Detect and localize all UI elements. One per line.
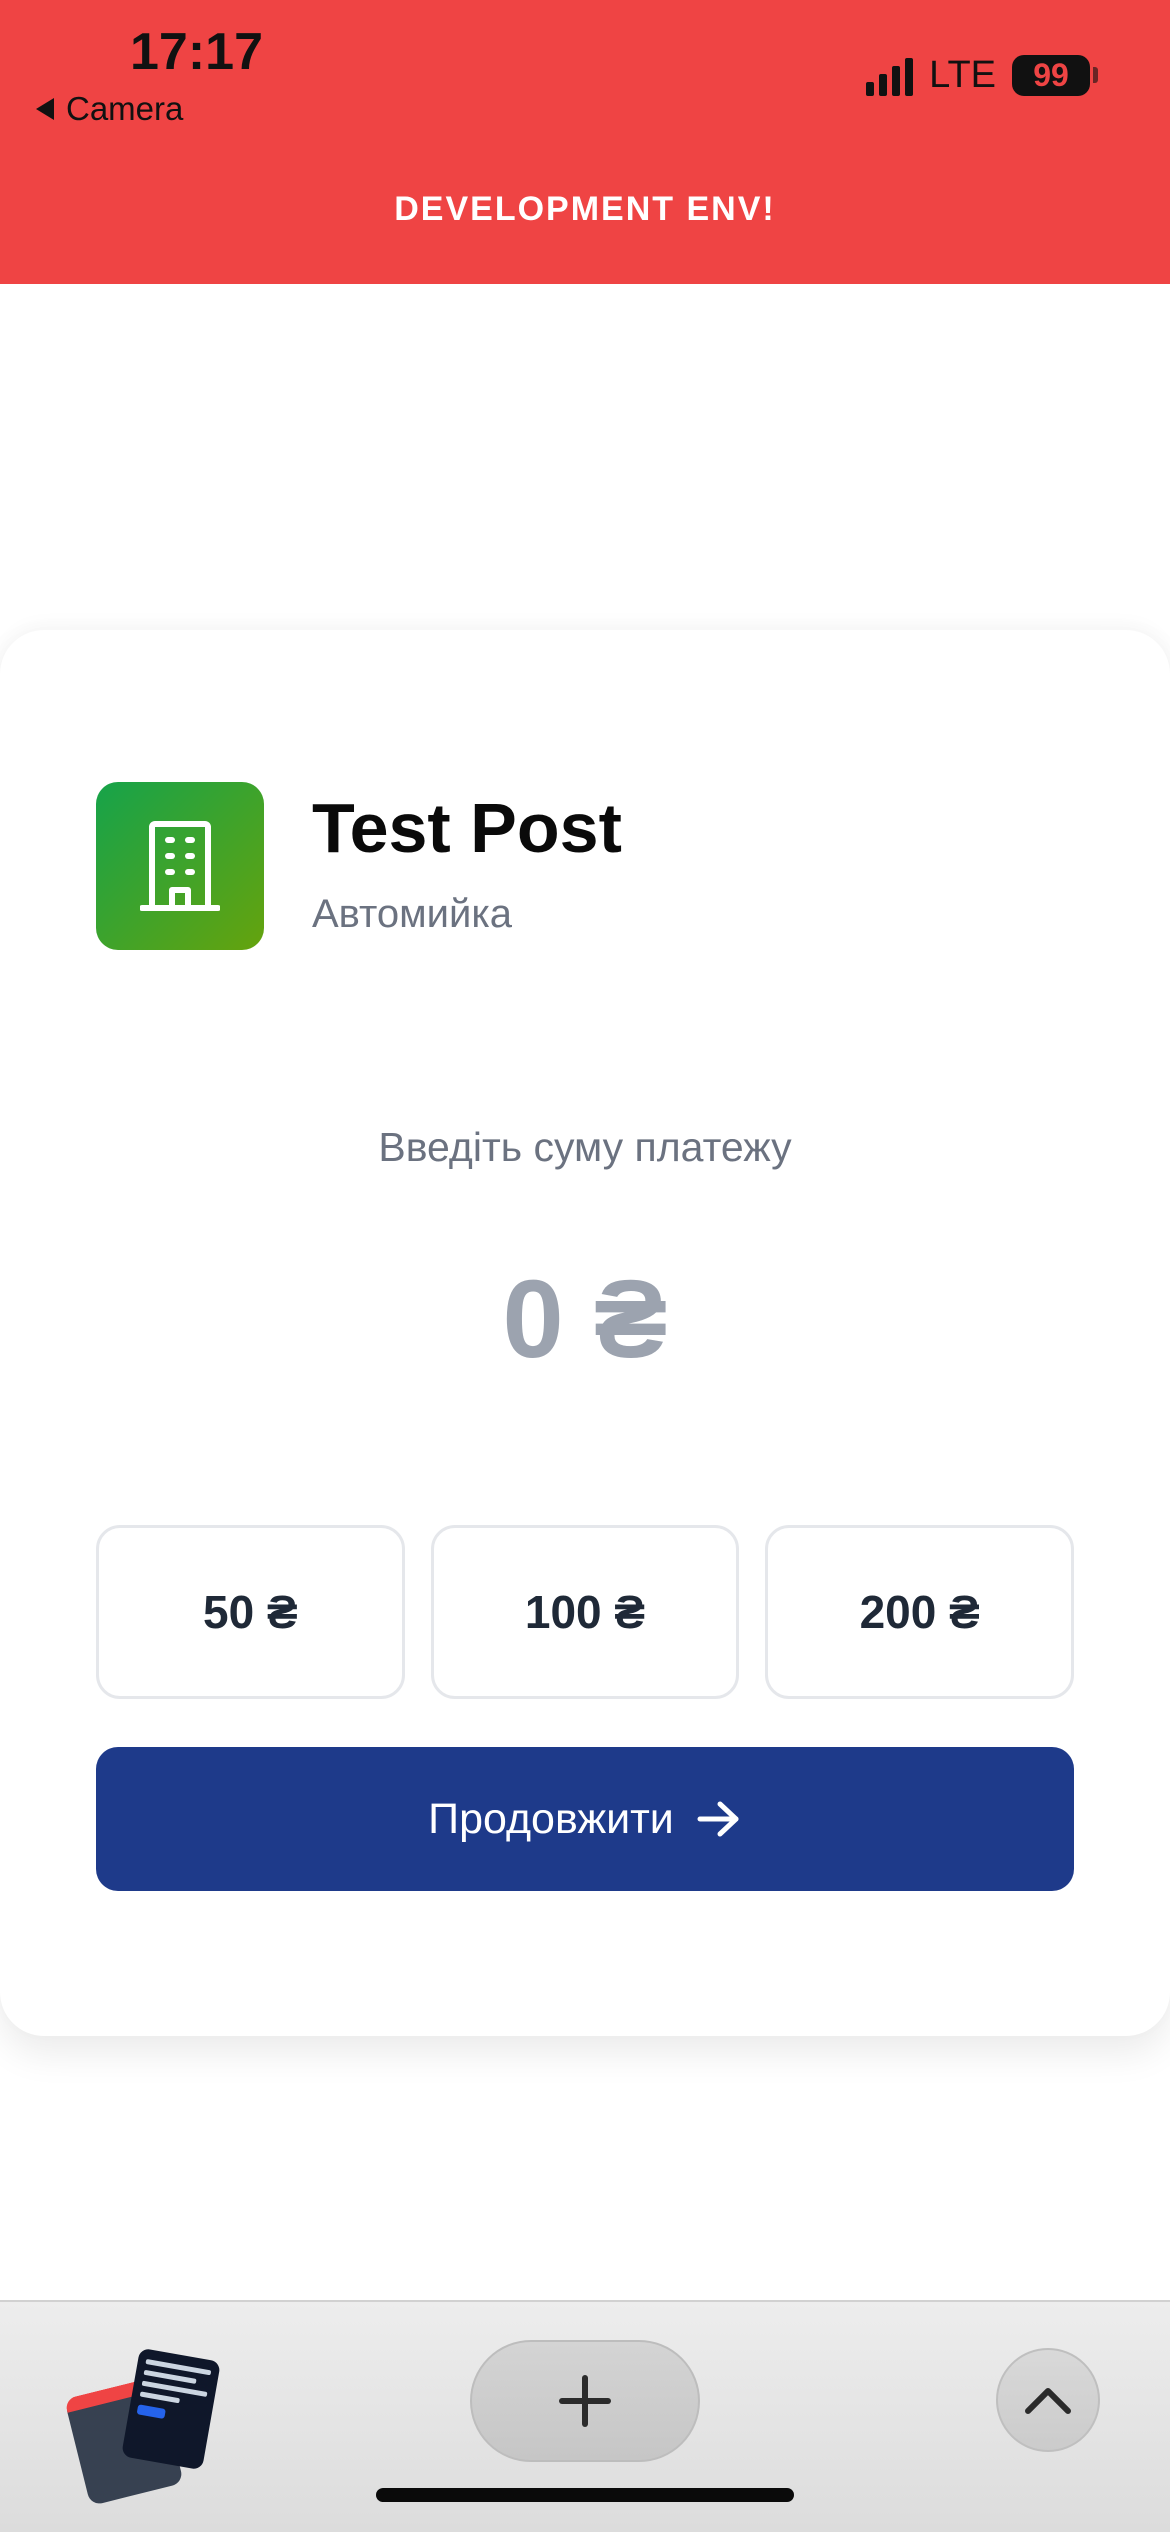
back-arrow-icon xyxy=(36,98,54,120)
network-type: LTE xyxy=(929,54,996,96)
merchant-logo xyxy=(96,782,264,950)
plus-icon xyxy=(559,2375,611,2427)
back-link-label: Camera xyxy=(66,90,184,127)
status-time: 17:17 xyxy=(130,23,263,81)
preset-amount-200-button[interactable]: 200 ₴ xyxy=(765,1525,1075,1699)
dev-environment-header: 17:17 Camera LTE 99 DEVELOPMENT ENV! xyxy=(0,0,1170,284)
chevron-up-icon xyxy=(1025,2388,1071,2414)
amount-prompt: Введіть суму платежу xyxy=(378,1124,792,1170)
arrow-right-icon xyxy=(697,1801,739,1837)
new-tab-button[interactable] xyxy=(470,2340,700,2462)
merchant-category: Автомийка xyxy=(312,892,512,936)
scroll-to-top-button[interactable] xyxy=(996,2348,1100,2452)
preset-amount-100-button[interactable]: 100 ₴ xyxy=(430,1525,740,1699)
home-indicator[interactable] xyxy=(376,2488,794,2502)
tab-overview-button[interactable] xyxy=(64,2338,221,2506)
merchant-name: Test Post xyxy=(312,789,622,867)
preset-amount-50-button[interactable]: 50 ₴ xyxy=(96,1525,405,1699)
tab-preview-front xyxy=(121,2347,221,2471)
preset-amounts: 50 ₴ 100 ₴ 200 ₴ xyxy=(96,1525,1075,1699)
battery-icon: 99 xyxy=(1012,55,1098,96)
payment-card: Test Post Автомийка Введіть суму платежу… xyxy=(0,630,1170,2036)
building-icon xyxy=(140,821,220,911)
continue-button-label: Продовжити xyxy=(428,1794,674,1843)
dev-env-banner: DEVELOPMENT ENV! xyxy=(394,190,776,228)
continue-button[interactable]: Продовжити xyxy=(96,1747,1074,1891)
back-to-camera-link[interactable]: Camera xyxy=(36,90,183,128)
status-indicators: LTE 99 xyxy=(866,54,1098,97)
signal-strength-icon xyxy=(866,56,914,96)
amount-input[interactable]: 0 ₴ xyxy=(0,1256,1170,1383)
